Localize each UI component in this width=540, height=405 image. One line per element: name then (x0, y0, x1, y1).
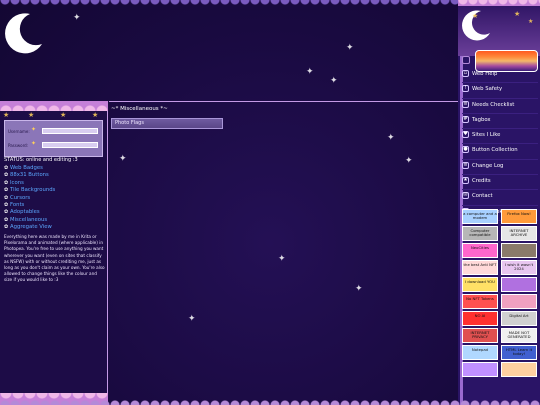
right-nav-item[interactable]: ✉ Contact (462, 190, 538, 206)
left-nav-label: Fonts (10, 202, 25, 209)
left-nav-label: Web Badges (10, 165, 43, 171)
button-purple[interactable] (501, 277, 537, 292)
right-nav-item[interactable]: ● Button Collection (462, 144, 538, 160)
button-anti-nft[interactable]: the best Anti NFT (462, 260, 498, 275)
search-icon[interactable] (462, 56, 470, 64)
left-nav-label: Miscellaneous (10, 216, 48, 223)
header (0, 0, 458, 100)
button-no-ai[interactable]: NO AI (462, 311, 498, 326)
button-cat[interactable] (501, 243, 537, 258)
button-firefox[interactable]: Firefox Now! (501, 209, 537, 224)
left-nav-item[interactable]: ✿ Fonts (4, 202, 55, 209)
left-nav-label: Tile Backgrounds (10, 187, 56, 194)
lace-border (0, 399, 540, 405)
left-nav-item[interactable]: ✿ Icons (4, 180, 55, 187)
right-nav-label: Tagbox (472, 116, 491, 123)
moon-icon (5, 13, 43, 54)
curtain-decoration (0, 101, 108, 111)
left-nav-label: Aggregate View (10, 224, 52, 231)
button-small-web[interactable] (501, 362, 537, 377)
left-nav-label: Adoptables (10, 209, 40, 216)
button-i-download[interactable]: I download YOU (462, 277, 498, 292)
left-sidebar: ★ ★ ★ ★ Username: ✦ Password: ✦ STATUS: … (0, 101, 108, 405)
photo-flags-dropdown[interactable]: Photo Flags (111, 118, 223, 129)
left-note: Everything here was made by me in Krita … (4, 234, 105, 283)
right-nav-item[interactable]: ≡ Change Log (462, 160, 538, 176)
left-nav-item[interactable]: ✿ Web Badges (4, 165, 55, 172)
right-nav-label: Contact (472, 193, 493, 200)
left-nav-label: Cursors (10, 194, 31, 201)
right-nav-item[interactable]: ! Web Safety (462, 83, 538, 99)
button-computer-compatible[interactable]: Computer compatible (462, 226, 498, 241)
right-nav-item[interactable]: ▫ Web Help (462, 68, 538, 84)
left-nav-item[interactable]: ✿ 88x31 Buttons (4, 172, 55, 179)
button-notepad[interactable]: Notepad (462, 345, 498, 360)
button-digital-art[interactable]: Digital Art (501, 311, 537, 326)
right-nav-label: Web Safety (472, 86, 503, 93)
login-box: Username: ✦ Password: ✦ (4, 120, 103, 157)
password-label: Password: (8, 143, 29, 148)
star-decoration: ★ (472, 12, 479, 20)
right-nav-label: Needs Checklist (472, 101, 515, 108)
right-nav-item[interactable]: ≡ Needs Checklist (462, 99, 538, 114)
button-eyes[interactable] (462, 362, 498, 377)
star-decoration: ★ (92, 111, 99, 119)
status-line: STATUS: online and editing :3 (4, 157, 78, 163)
button-pride[interactable] (501, 294, 537, 309)
button-icon: ● (462, 146, 469, 154)
right-nav-label: Web Help (472, 71, 498, 77)
star-decoration: ★ (528, 18, 534, 25)
button-internet-privacy[interactable]: INTERNET PRIVACY (462, 328, 498, 343)
button-internet-archive[interactable]: INTERNET ARCHIVE (501, 226, 537, 241)
left-nav-label: 88x31 Buttons (10, 172, 49, 179)
password-field[interactable] (42, 142, 98, 148)
window-icon: ▫ (462, 70, 469, 77)
credits-icon: ★ (462, 177, 469, 185)
heart-icon: ♥ (462, 131, 469, 139)
log-icon: ≡ (462, 161, 469, 169)
mail-icon: ✉ (462, 192, 469, 200)
username-field[interactable] (42, 128, 98, 134)
button-i-wish[interactable]: I wish it wasn't 2024 (501, 260, 537, 275)
right-nav-item[interactable]: ★ Credits (462, 175, 538, 191)
right-sidebar: ★ ★ ★ ▫ Web Help! Web Safety ≡ Needs Checkli… (458, 0, 540, 405)
curtain-decoration (458, 0, 540, 6)
right-header: ★ ★ ★ (458, 0, 540, 56)
checklist-icon: ≡ (462, 100, 469, 108)
left-nav-item[interactable]: ✿ Tile Backgrounds (4, 187, 55, 194)
main-content: ~* Miscellaneous *~ Photo Flags (109, 101, 457, 405)
button-html[interactable]: HTML Learn it today! (501, 345, 537, 360)
left-nav-item[interactable]: ✿ Adoptables (4, 209, 55, 216)
left-nav-item[interactable]: ✿ Aggregate View (4, 224, 55, 231)
right-nav-label: Credits (472, 178, 491, 185)
button-neocities[interactable]: NeoCities (462, 243, 498, 258)
right-nav-label: Button Collection (472, 147, 518, 154)
star-decoration: ★ (60, 111, 67, 119)
username-label: Username: (8, 129, 30, 134)
star-decoration: ★ (514, 10, 521, 18)
right-nav-item[interactable]: # Tagbox (462, 114, 538, 130)
right-nav: ▫ Web Help! Web Safety ≡ Needs Checklist # Tag… (462, 68, 538, 221)
left-nav: ✿ Web Badges ✿ 88x31 Buttons ✿ Icons ✿ Tile … (4, 165, 55, 232)
right-nav-label: Change Log (472, 162, 504, 169)
sparkle-icon: ✦ (31, 126, 37, 133)
button-made-not-generated[interactable]: MADE NOT GENERATED (501, 328, 537, 343)
button-no-nft[interactable]: No NFT Tokens (462, 294, 498, 309)
sparkle-icon: ✦ (31, 140, 37, 147)
right-nav-item[interactable]: ♥ Sites I Like (462, 129, 538, 145)
right-nav-label: Sites I Like (472, 132, 501, 139)
star-decoration: ★ (3, 111, 10, 119)
tag-icon: # (462, 115, 469, 123)
star-decoration: ★ (28, 111, 35, 119)
page-title: ~* Miscellaneous *~ (111, 106, 168, 112)
lace-border (0, 0, 458, 10)
left-nav-item[interactable]: ✿ Miscellaneous (4, 217, 55, 224)
warning-icon: ! (462, 85, 469, 93)
left-nav-label: Icons (10, 179, 24, 186)
button-a-computer[interactable]: a computer and a modem (462, 209, 498, 224)
left-nav-item[interactable]: ✿ Cursors (4, 195, 55, 202)
